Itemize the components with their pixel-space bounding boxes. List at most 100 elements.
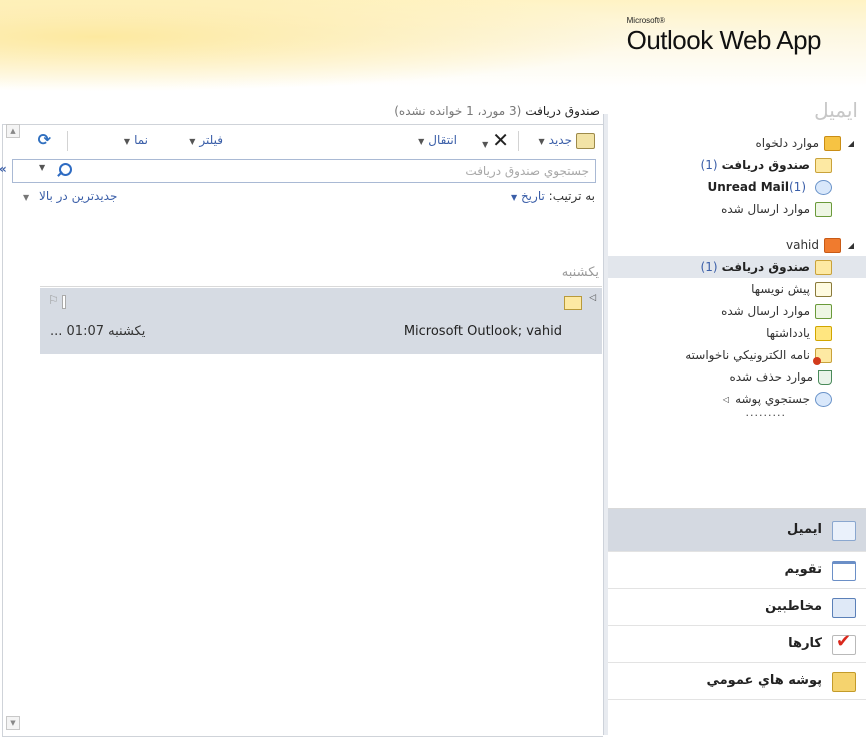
message-sender: Microsoft Outlook; vahid <box>403 324 562 339</box>
favorites-star-icon <box>824 136 841 151</box>
folder-pane: ايميل ◢موارد دلخواه صندوق دريافت(1) Unre… <box>608 92 866 735</box>
folder-item-favorite-inbox[interactable]: صندوق دريافت(1) <box>608 154 866 176</box>
folder-label: موارد ارسال شده <box>721 202 810 216</box>
folder-item-sent[interactable]: موارد ارسال شده <box>608 300 866 322</box>
search-folder-icon <box>815 392 832 407</box>
move-button[interactable]: انتقال ▼ <box>418 131 457 149</box>
sort-order[interactable]: جديدترين در بالا ▼ <box>23 189 117 203</box>
sent-icon <box>815 304 832 319</box>
chevron-down-icon[interactable]: ▼ <box>124 137 130 146</box>
favorites-header[interactable]: ◢ موارد دلخواه <box>608 132 866 154</box>
delete-x-icon: ✕ <box>492 128 509 152</box>
sort-by-label: به ترتيب: <box>548 189 595 203</box>
calendar-icon <box>832 561 856 581</box>
message-time: يكشنبه 01:07 ... <box>50 324 146 339</box>
folder-item-junk[interactable]: نامه الكترونيكي ناخواسته <box>608 344 866 366</box>
folder-label: صندوق دريافت <box>721 158 810 172</box>
nav-mail-label: ايميل <box>787 522 822 537</box>
drafts-icon <box>815 282 832 297</box>
refresh-icon: ⟳ <box>37 130 51 149</box>
chevron-down-icon[interactable]: ▼ <box>39 163 45 172</box>
nav-mail-button[interactable]: ايميل <box>608 509 866 552</box>
search-input[interactable] <box>147 162 591 180</box>
nav-tasks-label: كارها <box>788 636 822 651</box>
nav-calendar-label: تقويم <box>784 562 822 577</box>
message-row[interactable]: ◁ ⚐ Microsoft Outlook; vahid يكشنبه 01:0… <box>40 288 602 354</box>
list-title: صندوق دريافت(3 مورد، 1 خوانده نشده) <box>394 104 600 118</box>
message-list-pane: جديد▼ ✕▼ انتقال▼ فيلتر▼ نما▼ ⟳ ▼ » به تر… <box>0 124 603 737</box>
more-folders-indicator[interactable]: ......... <box>608 407 866 424</box>
folder-item-favorite-sent[interactable]: موارد ارسال شده <box>608 198 866 220</box>
favorites-label: موارد دلخواه <box>755 136 819 150</box>
mailbox-header[interactable]: ◢ vahid <box>608 234 866 256</box>
scroll-up-button[interactable]: ▲ <box>6 124 20 138</box>
nav-public-folders-button[interactable]: پوشه هاي عمومي <box>608 663 866 700</box>
mailbox-label: vahid <box>785 238 819 252</box>
refresh-button[interactable]: ⟳ <box>38 131 51 149</box>
group-divider <box>40 286 602 287</box>
sort-by[interactable]: به ترتيب: تاريخ ▼ <box>511 189 595 203</box>
filter-button[interactable]: فيلتر ▼ <box>189 131 223 149</box>
category-icon[interactable] <box>62 295 66 309</box>
sort-bar: به ترتيب: تاريخ ▼ جديدترين در بالا ▼ <box>3 187 603 207</box>
folder-label: جستجوي پوشه <box>735 392 810 406</box>
expand-search-icon[interactable]: » <box>0 162 7 176</box>
folder-item-search-folders[interactable]: جستجوي پوشه ◁ <box>608 388 866 410</box>
folder-label: صندوق دريافت <box>721 260 810 274</box>
chevron-down-icon[interactable]: ▼ <box>482 140 488 149</box>
collapse-triangle-icon[interactable]: ◢ <box>844 235 854 257</box>
list-toolbar: جديد▼ ✕▼ انتقال▼ فيلتر▼ نما▼ ⟳ <box>3 125 603 155</box>
list-folder-name: صندوق دريافت <box>525 104 600 118</box>
inbox-icon <box>815 158 832 173</box>
folder-label: موارد حذف شده <box>729 370 813 384</box>
junk-icon <box>813 348 832 365</box>
nav-contacts-button[interactable]: مخاطبين <box>608 589 866 626</box>
folder-item-notes[interactable]: يادداشتها <box>608 322 866 344</box>
folder-tree: ◢موارد دلخواه صندوق دريافت(1) Unread Mai… <box>608 132 866 424</box>
list-counts: (3 مورد، 1 خوانده نشده) <box>394 104 522 118</box>
nav-public-label: پوشه هاي عمومي <box>706 673 822 688</box>
folder-label: موارد ارسال شده <box>721 304 810 318</box>
search-folder-icon <box>815 180 832 195</box>
folder-item-deleted[interactable]: موارد حذف شده <box>608 366 866 388</box>
scroll-down-button[interactable]: ▼ <box>6 716 20 730</box>
chevron-down-icon: ▼ <box>23 193 30 202</box>
chevron-down-icon: ▼ <box>510 193 518 202</box>
brand-app-name: Outlook Web App <box>626 25 822 55</box>
view-button[interactable]: نما ▼ <box>124 131 148 149</box>
collapse-triangle-icon[interactable]: ◢ <box>844 133 854 155</box>
new-label: جديد <box>548 133 572 147</box>
folder-label: نامه الكترونيكي ناخواسته <box>685 348 810 362</box>
inbox-icon <box>815 260 832 275</box>
nav-contacts-label: مخاطبين <box>765 599 822 614</box>
mail-icon <box>832 521 856 541</box>
nav-calendar-button[interactable]: تقويم <box>608 552 866 589</box>
flag-icon[interactable]: ⚐ <box>48 293 59 307</box>
chevron-down-icon[interactable]: ▼ <box>189 137 195 146</box>
public-folders-icon <box>832 672 856 692</box>
search-button[interactable] <box>57 162 75 180</box>
folder-item-inbox[interactable]: صندوق دريافت(1) <box>608 256 866 278</box>
app-header: Microsoft® Outlook Web App <box>0 0 866 92</box>
new-button[interactable]: جديد ▼ <box>538 131 595 149</box>
tasks-checkmark-icon <box>832 632 856 655</box>
unread-count: (1) <box>789 180 806 194</box>
expand-conversation-icon[interactable]: ◁ <box>589 293 596 303</box>
folder-item-drafts[interactable]: پيش نويسها <box>608 278 866 300</box>
expand-triangle-icon[interactable]: ◁ <box>719 389 729 411</box>
trash-icon <box>818 370 832 385</box>
sent-icon <box>815 202 832 217</box>
delete-button[interactable]: ✕▼ <box>482 128 509 152</box>
unread-count: (1) <box>700 260 718 274</box>
toolbar-separator <box>67 131 68 151</box>
folder-item-unread-mail[interactable]: Unread Mail(1) <box>608 176 866 198</box>
pane-divider[interactable] <box>603 114 608 735</box>
chevron-down-icon[interactable]: ▼ <box>538 137 544 146</box>
search-box: ▼ » <box>0 159 596 183</box>
sort-order-label: جديدترين در بالا <box>38 189 118 203</box>
nav-tasks-button[interactable]: كارها <box>608 626 866 663</box>
mailbox-icon <box>824 238 841 253</box>
toolbar-separator <box>518 131 519 151</box>
chevron-down-icon[interactable]: ▼ <box>418 137 424 146</box>
